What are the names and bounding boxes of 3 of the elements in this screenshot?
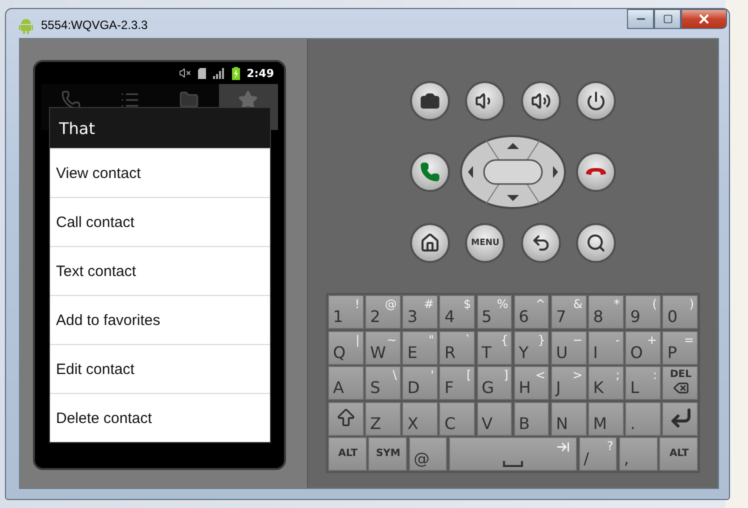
status-time: 2:49 [246,66,274,80]
menu-title: That [50,108,270,148]
window-title: 5554:WQVGA-2.3.3 [41,18,148,32]
